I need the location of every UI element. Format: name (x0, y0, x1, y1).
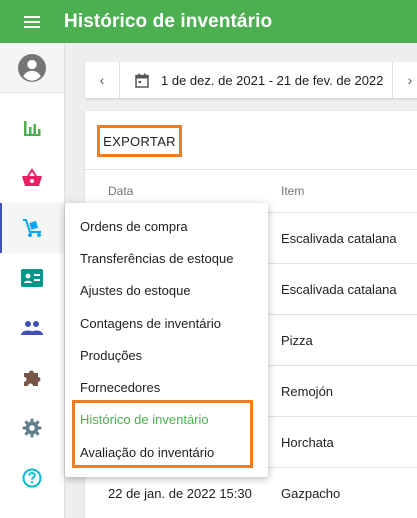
next-period-button[interactable]: › (392, 62, 417, 98)
calendar-icon (135, 73, 149, 88)
menu-item-suppliers[interactable]: Fornecedores (80, 380, 160, 395)
basket-icon (22, 168, 42, 186)
date-range-label: 1 de dez. de 2021 - 21 de fev. de 2022 (161, 72, 384, 88)
row-date: 22 de jan. de 2022 15:30 (108, 486, 252, 501)
row-item: Remojón (281, 384, 334, 399)
sidebar-item-integrations[interactable] (0, 353, 64, 403)
highlight-box (72, 400, 253, 468)
sidebar-item-reports[interactable] (0, 103, 64, 153)
menu-item-stock-transfers[interactable]: Transferências de estoque (80, 251, 233, 266)
bar-chart-icon (24, 121, 41, 136)
row-item: Pizza (281, 333, 313, 348)
row-item: Escalivada catalana (281, 282, 397, 297)
hamburger-menu-icon[interactable] (0, 0, 64, 43)
dolly-icon (23, 219, 41, 237)
account-circle-icon (18, 53, 46, 82)
date-range-picker[interactable]: 1 de dez. de 2021 - 21 de fev. de 2022 (120, 62, 383, 98)
row-item: Escalivada catalana (281, 231, 397, 246)
sidebar (0, 43, 65, 518)
prev-period-button[interactable]: ‹ (85, 62, 120, 98)
date-range-bar: ‹ 1 de dez. de 2021 - 21 de fev. de 2022… (85, 62, 417, 98)
menu-item-stock-adjustments[interactable]: Ajustes do estoque (80, 283, 191, 298)
inventory-submenu: Ordens de compra Transferências de estoq… (65, 203, 268, 477)
puzzle-piece-icon (24, 370, 41, 386)
sidebar-item-employees[interactable] (0, 303, 64, 353)
sidebar-item-settings[interactable] (0, 403, 64, 453)
page-title: Histórico de inventário (64, 10, 273, 32)
sidebar-item-inventory[interactable] (0, 203, 64, 253)
help-circle-icon (22, 468, 42, 488)
menu-item-purchase-orders[interactable]: Ordens de compra (80, 219, 188, 234)
export-button[interactable]: EXPORTAR (97, 125, 182, 157)
gear-icon (22, 418, 42, 438)
contact-card-icon (21, 269, 43, 287)
sidebar-item-help[interactable] (0, 453, 64, 503)
menu-item-productions[interactable]: Produções (80, 348, 142, 363)
column-header-item[interactable]: Item (281, 184, 304, 198)
sidebar-item-items[interactable] (0, 153, 64, 203)
row-item: Gazpacho (281, 486, 341, 501)
row-item: Horchata (281, 435, 334, 450)
sidebar-item-avatar[interactable] (0, 43, 64, 93)
top-app-bar: Histórico de inventário (0, 0, 417, 43)
sidebar-item-customers[interactable] (0, 253, 64, 303)
people-icon (21, 321, 43, 335)
menu-item-inventory-counts[interactable]: Contagens de inventário (80, 316, 221, 331)
column-header-date[interactable]: Data (108, 184, 133, 198)
